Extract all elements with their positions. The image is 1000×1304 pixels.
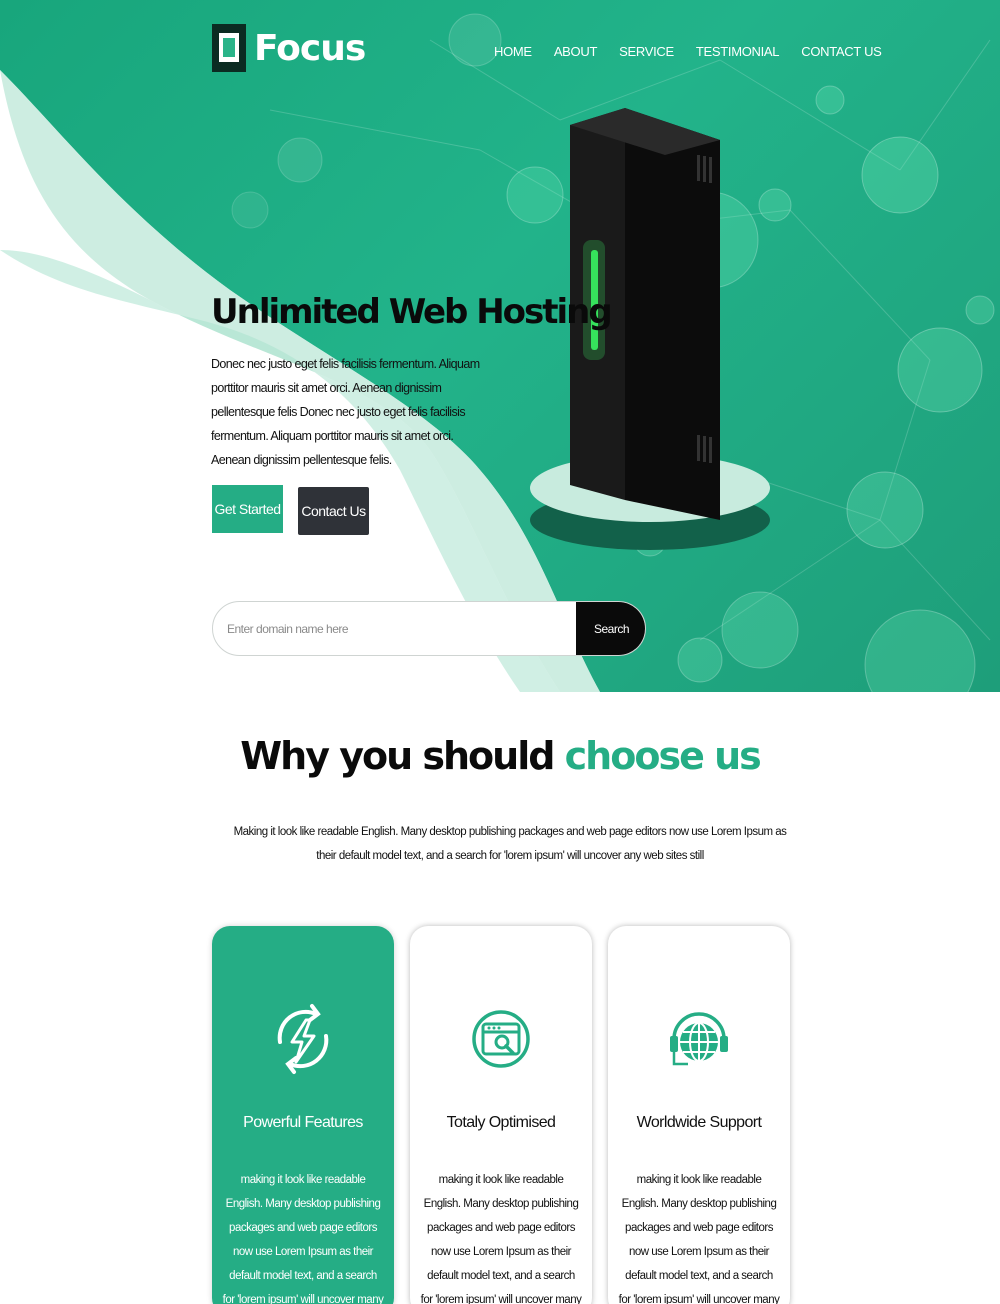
nav-item-contact-us[interactable]: CONTACT US (801, 44, 882, 59)
brand-name: Focus (254, 27, 366, 69)
why-title-part1: Why you should (240, 734, 555, 778)
card-text: making it look like readable English. Ma… (618, 1174, 780, 1304)
server-illustration (530, 108, 770, 550)
feature-card-powerful[interactable]: Powerful Features making it look like re… (212, 926, 394, 1304)
why-section-title: Why you should choose us (0, 734, 1000, 778)
hero-section: Focus HOME ABOUT SERVICE TESTIMONIAL CON… (0, 0, 1000, 692)
domain-search-bar: Search (212, 601, 646, 656)
nav-item-service[interactable]: SERVICE (619, 44, 674, 59)
nav-item-home[interactable]: HOME (494, 44, 532, 59)
card-title: Totaly Optimised (446, 1114, 556, 1131)
why-title-part2: choose us (564, 734, 762, 778)
card-text: making it look like readable English. Ma… (420, 1174, 582, 1304)
feature-card-worldwide[interactable]: Worldwide Support making it look like re… (608, 926, 790, 1304)
logo-mark-icon (212, 24, 246, 72)
search-button[interactable]: Search (576, 602, 645, 655)
nav-item-about[interactable]: ABOUT (554, 44, 598, 59)
lightning-refresh-icon (277, 1004, 329, 1074)
nav-item-testimonial[interactable]: TESTIMONIAL (696, 44, 780, 59)
hero-description: Donec nec justo eget felis facilisis fer… (211, 357, 480, 467)
main-nav: HOME ABOUT SERVICE TESTIMONIAL CONTACT U… (494, 44, 882, 59)
feature-card-optimised[interactable]: Totaly Optimised making it look like rea… (410, 926, 592, 1304)
card-title: Powerful Features (243, 1114, 363, 1131)
contact-us-button[interactable]: Contact Us (298, 487, 369, 535)
get-started-button[interactable]: Get Started (212, 485, 283, 533)
domain-search-input[interactable] (213, 602, 577, 655)
globe-support-icon (670, 1012, 728, 1066)
brand-logo[interactable]: Focus (212, 24, 366, 72)
card-text: making it look like readable English. Ma… (222, 1174, 384, 1304)
why-section-description: Making it look like readable English. Ma… (233, 826, 787, 862)
card-title: Worldwide Support (636, 1114, 762, 1131)
browser-search-icon (472, 1010, 530, 1068)
hero-background (0, 13, 995, 692)
hero-title: Unlimited Web Hosting (211, 292, 613, 332)
